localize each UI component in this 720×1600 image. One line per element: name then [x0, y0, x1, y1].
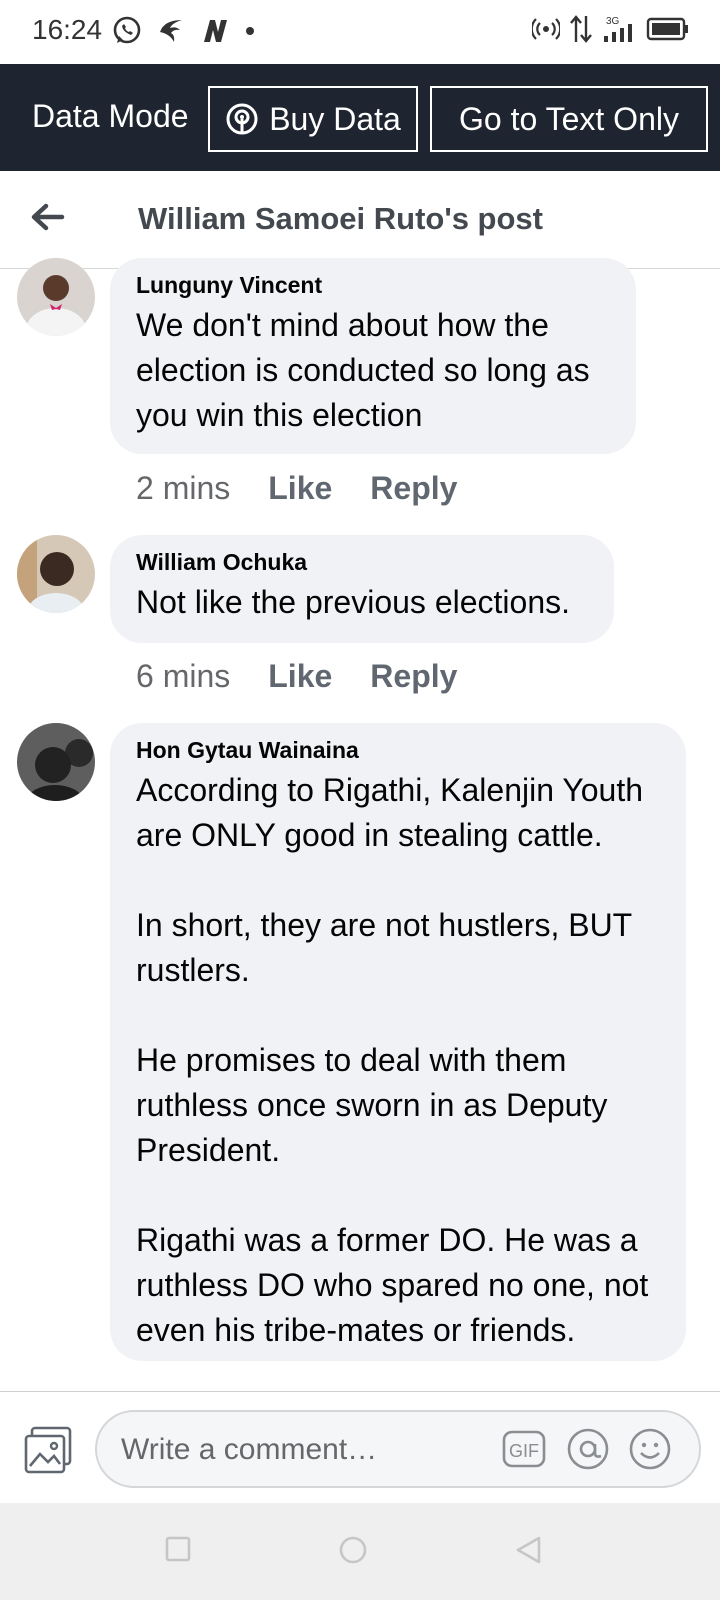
app-notification-icon	[160, 20, 182, 42]
comment-author[interactable]: William Ochuka	[136, 549, 588, 576]
comment-field: GIF	[95, 1410, 701, 1488]
comment-bubble: Hon Gytau Wainaina According to Rigathi,…	[110, 723, 686, 1361]
broadcast-icon	[226, 103, 258, 135]
gif-icon: GIF	[502, 1430, 546, 1468]
comment-timestamp[interactable]: 6 mins	[136, 658, 230, 695]
buy-data-label: Buy Data	[269, 100, 401, 137]
comment-text: According to Rigathi, Kalenjin Youth are…	[136, 772, 649, 1348]
back-nav-icon[interactable]	[514, 1535, 544, 1565]
reply-button[interactable]: Reply	[370, 470, 457, 507]
battery-icon	[646, 17, 688, 41]
page-title: William Samoei Ruto's post	[138, 201, 543, 236]
system-nav-bar	[0, 1503, 720, 1600]
hotspot-icon	[532, 18, 560, 40]
comment-author[interactable]: Lunguny Vincent	[136, 272, 610, 299]
reply-button[interactable]: Reply	[370, 658, 457, 695]
data-mode-label: Data Mode	[32, 98, 189, 134]
avatar[interactable]	[17, 258, 95, 336]
data-transfer-icon	[570, 15, 592, 43]
back-arrow-icon[interactable]	[28, 197, 68, 237]
comment-composer: GIF	[0, 1391, 720, 1504]
news-app-icon	[204, 20, 227, 42]
more-notifications-icon	[246, 27, 254, 35]
go-to-text-only-button[interactable]: Go to Text Only	[430, 86, 708, 152]
gif-button[interactable]: GIF	[501, 1426, 547, 1472]
comment-timestamp[interactable]: 2 mins	[136, 470, 230, 507]
whatsapp-icon	[113, 16, 141, 44]
status-bar: 16:24 3G	[0, 0, 720, 64]
comment-input[interactable]	[119, 1430, 483, 1470]
avatar[interactable]	[17, 723, 95, 801]
status-time: 16:24	[32, 14, 103, 45]
gif-label: GIF	[509, 1441, 539, 1461]
comment-bubble: William Ochuka Not like the previous ele…	[110, 535, 614, 643]
post-header: William Samoei Ruto's post	[0, 171, 720, 269]
like-button[interactable]: Like	[268, 470, 332, 507]
comment-author[interactable]: Hon Gytau Wainaina	[136, 737, 660, 764]
emoji-icon[interactable]	[627, 1426, 673, 1472]
avatar[interactable]	[17, 535, 95, 613]
photo-icon[interactable]	[22, 1424, 74, 1476]
signal-3g-icon: 3G	[604, 16, 632, 42]
home-icon[interactable]	[338, 1535, 368, 1565]
data-mode-bar: Data Mode Buy Data Go to Text Only	[0, 64, 720, 171]
svg-text:3G: 3G	[606, 16, 620, 27]
recent-apps-icon[interactable]	[164, 1535, 192, 1563]
comment-actions: 6 mins Like Reply	[136, 658, 457, 695]
comment-bubble: Lunguny Vincent We don't mind about how …	[110, 258, 636, 454]
mention-icon[interactable]	[565, 1426, 611, 1472]
comment-text: We don't mind about how the election is …	[136, 307, 590, 433]
like-button[interactable]: Like	[268, 658, 332, 695]
text-only-label: Go to Text Only	[459, 100, 679, 137]
comment-text: Not like the previous elections.	[136, 584, 570, 620]
buy-data-button[interactable]: Buy Data	[208, 86, 418, 152]
comment-actions: 2 mins Like Reply	[136, 470, 457, 507]
